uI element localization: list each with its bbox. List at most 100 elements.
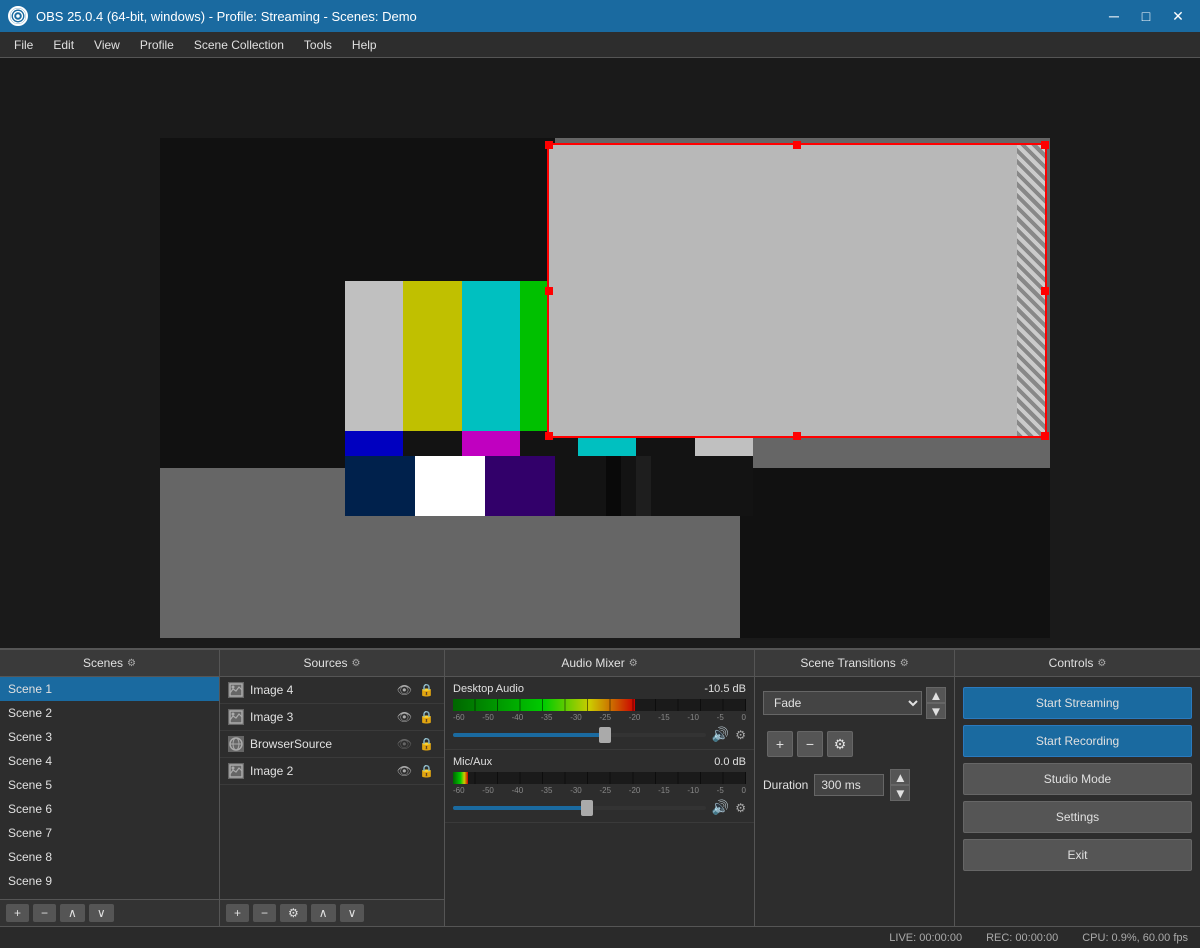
sources-up-button[interactable]: ∧ <box>311 904 336 922</box>
window-title: OBS 25.0.4 (64-bit, windows) - Profile: … <box>36 9 417 24</box>
source-controls-image3: 👁 🔒 <box>395 710 436 724</box>
fader-thumb[interactable] <box>599 727 611 743</box>
handle-tr[interactable] <box>1041 141 1049 149</box>
start-recording-button[interactable]: Start Recording <box>963 725 1192 757</box>
handle-tl[interactable] <box>545 141 553 149</box>
transition-settings-button[interactable]: ⚙ <box>827 731 853 757</box>
source-item-browser[interactable]: BrowserSource 👁 🔒 <box>220 731 444 758</box>
audio-desktop-meter <box>453 699 746 711</box>
scene-item-2[interactable]: Scene 2 <box>0 701 219 725</box>
menu-edit[interactable]: Edit <box>43 35 84 55</box>
close-button[interactable]: ✕ <box>1164 6 1192 26</box>
audio-desktop-labels: -60-50-40-35-30-25-20-15-10-50 <box>453 713 746 722</box>
audio-mic-settings-button[interactable]: ⚙ <box>735 801 746 815</box>
audio-desktop-settings-button[interactable]: ⚙ <box>735 728 746 742</box>
scenes-up-button[interactable]: ∧ <box>60 904 85 922</box>
handle-tm[interactable] <box>793 141 801 149</box>
audio-desktop-fader[interactable] <box>453 733 706 737</box>
handle-br[interactable] <box>1041 432 1049 440</box>
transition-spin-up[interactable]: ▲ <box>926 687 946 703</box>
source-icon-image4 <box>228 682 244 698</box>
settings-button[interactable]: Settings <box>963 801 1192 833</box>
sources-panel: Sources ⚙ Image 4 👁 🔒 <box>220 650 445 926</box>
handle-ml[interactable] <box>545 287 553 295</box>
controls-panel-title: Controls <box>1049 656 1094 670</box>
exit-button[interactable]: Exit <box>963 839 1192 871</box>
mic-fader-thumb[interactable] <box>581 800 593 816</box>
bar-plus-4 <box>636 456 651 516</box>
transition-remove-button[interactable]: − <box>797 731 823 757</box>
preview-black-bottom-right <box>740 468 1050 638</box>
scene-item-5[interactable]: Scene 5 <box>0 773 219 797</box>
menu-scene-collection[interactable]: Scene Collection <box>184 35 294 55</box>
scene-item-3[interactable]: Scene 3 <box>0 725 219 749</box>
sources-add-button[interactable]: + <box>226 904 249 922</box>
transitions-dock-icon[interactable]: ⚙ <box>900 658 909 669</box>
scene-item-9[interactable]: Scene 9 <box>0 869 219 893</box>
source-name-browser: BrowserSource <box>250 737 389 751</box>
audio-mixer-panel: Audio Mixer ⚙ Desktop Audio -10.5 dB -60… <box>445 650 755 926</box>
scene-item-8[interactable]: Scene 8 <box>0 845 219 869</box>
controls-panel-header: Controls ⚙ <box>955 650 1200 677</box>
scene-item-6[interactable]: Scene 6 <box>0 797 219 821</box>
scenes-remove-button[interactable]: − <box>33 904 56 922</box>
source-eye-image4[interactable]: 👁 <box>395 683 414 697</box>
handle-mr[interactable] <box>1041 287 1049 295</box>
audio-mic-fader[interactable] <box>453 806 706 810</box>
audio-desktop-db: -10.5 dB <box>704 683 746 695</box>
start-streaming-button[interactable]: Start Streaming <box>963 687 1192 719</box>
menu-profile[interactable]: Profile <box>130 35 184 55</box>
sources-down-button[interactable]: ∨ <box>340 904 365 922</box>
scenes-down-button[interactable]: ∨ <box>89 904 114 922</box>
source-lock-image3[interactable]: 🔒 <box>417 710 436 724</box>
sources-remove-button[interactable]: − <box>253 904 276 922</box>
scenes-add-button[interactable]: + <box>6 904 29 922</box>
source-item-image4[interactable]: Image 4 👁 🔒 <box>220 677 444 704</box>
source-eye-browser[interactable]: 👁 <box>395 737 414 751</box>
transitions-content: Fade Cut Swipe Slide ▲ ▼ + − ⚙ Duration <box>755 677 954 926</box>
maximize-button[interactable]: □ <box>1132 6 1160 26</box>
bar-black6 <box>651 456 753 516</box>
controls-panel: Controls ⚙ Start Streaming Start Recordi… <box>955 650 1200 926</box>
sources-dock-icon[interactable]: ⚙ <box>352 658 361 669</box>
transition-add-button[interactable]: + <box>767 731 793 757</box>
sources-settings-button[interactable]: ⚙ <box>280 904 307 922</box>
menu-tools[interactable]: Tools <box>294 35 342 55</box>
studio-mode-button[interactable]: Studio Mode <box>963 763 1192 795</box>
duration-input[interactable] <box>814 774 884 796</box>
transition-type-select[interactable]: Fade Cut Swipe Slide <box>763 691 922 715</box>
scene-item-1[interactable]: Scene 1 <box>0 677 219 701</box>
scenes-panel-header: Scenes ⚙ <box>0 650 219 677</box>
source-eye-image3[interactable]: 👁 <box>395 710 414 724</box>
source-gray-selected[interactable] <box>547 143 1047 438</box>
bar-magenta2 <box>462 431 520 456</box>
source-controls-image2: 👁 🔒 <box>395 764 436 778</box>
bar-yellow <box>403 281 461 431</box>
source-lock-image4[interactable]: 🔒 <box>417 683 436 697</box>
menu-view[interactable]: View <box>84 35 130 55</box>
handle-bl[interactable] <box>545 432 553 440</box>
menu-help[interactable]: Help <box>342 35 387 55</box>
duration-spin-down[interactable]: ▼ <box>890 785 910 801</box>
menu-bar: File Edit View Profile Scene Collection … <box>0 32 1200 58</box>
audio-desktop-mute-button[interactable]: 🔊 <box>712 726 729 743</box>
sources-panel-header: Sources ⚙ <box>220 650 444 677</box>
source-lock-image2[interactable]: 🔒 <box>417 764 436 778</box>
scene-item-4[interactable]: Scene 4 <box>0 749 219 773</box>
minimize-button[interactable]: ─ <box>1100 6 1128 26</box>
duration-spin-up[interactable]: ▲ <box>890 769 910 785</box>
audio-dock-icon[interactable]: ⚙ <box>629 658 638 669</box>
source-eye-image2[interactable]: 👁 <box>395 764 414 778</box>
preview-black-left <box>160 308 345 468</box>
source-item-image3[interactable]: Image 3 👁 🔒 <box>220 704 444 731</box>
menu-file[interactable]: File <box>4 35 43 55</box>
handle-bm[interactable] <box>793 432 801 440</box>
source-lock-browser[interactable]: 🔒 <box>417 737 436 751</box>
scene-item-7[interactable]: Scene 7 <box>0 821 219 845</box>
bar-minus-i <box>345 456 415 516</box>
scenes-dock-icon[interactable]: ⚙ <box>127 658 136 669</box>
controls-dock-icon[interactable]: ⚙ <box>1097 658 1106 669</box>
audio-mic-mute-button[interactable]: 🔊 <box>712 799 729 816</box>
source-item-image2[interactable]: Image 2 👁 🔒 <box>220 758 444 785</box>
transition-spin-down[interactable]: ▼ <box>926 703 946 719</box>
